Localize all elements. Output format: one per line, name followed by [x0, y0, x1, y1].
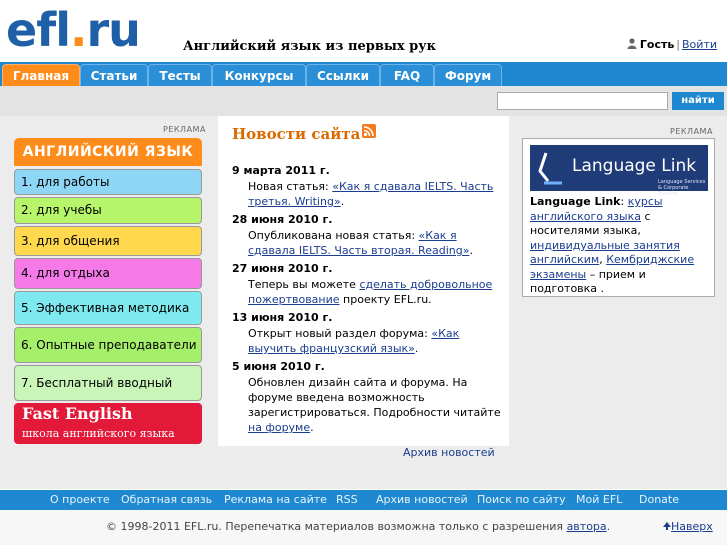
tab-articles[interactable]: Статьи [80, 64, 148, 86]
tab-main[interactable]: Главная [2, 64, 80, 86]
footer-nav: О проекте Обратная связь Реклама на сайт… [0, 490, 727, 510]
right-ad-text: Language Link: курсы английского языка с… [530, 195, 695, 295]
news-date: 5 июня 2010 г. [232, 360, 325, 373]
right-ad-label: РЕКЛАМА [670, 127, 713, 136]
news-date: 13 июня 2010 г. [232, 311, 333, 324]
news-text: Теперь вы можете сделать добровольное по… [248, 278, 493, 306]
news-date: 27 июня 2010 г. [232, 262, 333, 275]
footer-link-news-archive[interactable]: Архив новостей [376, 490, 468, 510]
footer-link-rss[interactable]: RSS [336, 490, 358, 510]
tab-contests[interactable]: Конкурсы [212, 64, 306, 86]
ad-item-free-lesson[interactable]: 7. Бесплатный вводный урок [14, 365, 202, 424]
arrow-up-icon [663, 522, 671, 530]
tab-tests[interactable]: Тесты [148, 64, 212, 86]
footer-copyright: © 1998-2011 EFL.ru. Перепечатка материал… [0, 510, 727, 545]
ad-item-study[interactable]: 2. для учебы [14, 197, 202, 224]
site-header: efl.ru Английский язык из первых рук Гос… [0, 0, 727, 62]
rss-icon[interactable] [362, 124, 377, 138]
user-icon [627, 38, 637, 49]
ad-item-method[interactable]: 5. Эффективная методика [14, 291, 202, 325]
ad-item-work[interactable]: 1. для работы [14, 169, 202, 195]
language-link-logo[interactable]: Language Link Language Services & Corpor… [530, 145, 708, 197]
fast-english-subtitle: школа английского языка [22, 427, 175, 440]
news-date: 28 июня 2010 г. [232, 213, 333, 226]
login-link[interactable]: Войти [682, 38, 717, 51]
guest-label: Гость [639, 38, 675, 51]
news-archive-link[interactable]: Архив новостей [403, 446, 495, 459]
back-to-top-link[interactable]: Наверх [663, 520, 713, 533]
site-logo[interactable]: efl.ru [6, 2, 141, 58]
news-panel: Новости сайта 9 марта 2011 г. Новая стат… [218, 116, 509, 446]
news-link[interactable]: на форуме [248, 421, 310, 434]
right-ad-box: Language Link Language Services & Corpor… [522, 138, 715, 297]
ad-item-teachers[interactable]: 6. Опытные преподаватели [14, 327, 202, 363]
ad-item-leisure[interactable]: 4. для отдыха [14, 258, 202, 289]
language-link-icon [538, 152, 562, 185]
search-button[interactable]: найти [672, 92, 724, 110]
footer-link-my-efl[interactable]: Мой EFL [576, 490, 622, 510]
left-ad-banner[interactable]: АНГЛИЙСКИЙ ЯЗЫК 1. для работы 2. для уче… [14, 138, 202, 444]
ad-item-communication[interactable]: 3. для общения [14, 226, 202, 256]
news-title: Новости сайта [232, 124, 377, 143]
tab-forum[interactable]: Форум [434, 64, 502, 86]
search-bar: найти [0, 86, 727, 116]
search-input[interactable] [497, 92, 668, 110]
tab-faq[interactable]: FAQ [380, 64, 434, 86]
footer-link-about[interactable]: О проекте [50, 490, 110, 510]
left-ad-label: РЕКЛАМА [163, 125, 206, 134]
copyright-text: © 1998-2011 EFL.ru. Перепечатка материал… [106, 520, 611, 533]
main-nav: Главная Статьи Тесты Конкурсы Ссылки FAQ… [0, 62, 727, 86]
news-text: Открыт новый раздел форума: «Как выучить… [248, 327, 460, 355]
news-text: Опубликована новая статья: «Как я сдавал… [248, 229, 473, 257]
fast-english-banner[interactable]: Fast English школа английского языка [14, 403, 202, 444]
footer-link-advertising[interactable]: Реклама на сайте [224, 490, 327, 510]
tab-links[interactable]: Ссылки [306, 64, 380, 86]
site-tagline: Английский язык из первых рук [183, 39, 436, 54]
user-box: Гость | Войти [627, 38, 717, 51]
footer-link-search[interactable]: Поиск по сайту [477, 490, 566, 510]
left-ad-header: АНГЛИЙСКИЙ ЯЗЫК [14, 138, 202, 166]
footer-link-donate[interactable]: Donate [639, 490, 679, 510]
fast-english-title: Fast English [22, 404, 133, 423]
news-date: 9 марта 2011 г. [232, 164, 330, 177]
news-text: Обновлен дизайн сайта и форума. На форум… [248, 376, 501, 434]
news-text: Новая статья: «Как я сдавала IELTS. Част… [248, 180, 494, 208]
footer-link-feedback[interactable]: Обратная связь [121, 490, 212, 510]
author-link[interactable]: автора [567, 520, 607, 533]
